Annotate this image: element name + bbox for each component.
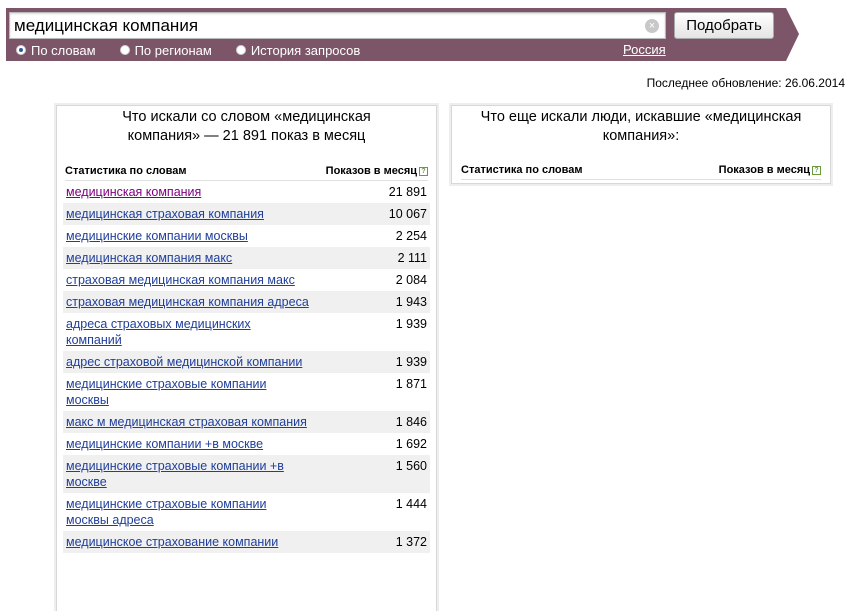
keyword-link[interactable]: медицинские страховые компании москвы [66,376,286,408]
last-update: Последнее обновление: 26.06.2014 [646,76,845,90]
table-row: адреса страховых медицинских компаний 1 9… [63,313,430,351]
keyword-link[interactable]: медицинские компании +в москве [66,436,326,452]
impressions-count: 2 254 [395,229,427,243]
table-row: медицинские страховые компании москвы ад… [63,493,430,531]
submit-button[interactable]: Подобрать [674,12,774,39]
mode-label: История запросов [250,42,361,58]
impressions-count: 1 692 [395,437,427,451]
keyword-link[interactable]: адреса страховых медицинских компаний [66,316,276,348]
column-header: Статистика по словам Показов в месяц? [461,160,821,180]
table-row: медицинские компании +в москве 1 692 [63,433,430,455]
search-input[interactable] [14,15,634,37]
impressions-count: 21 891 [388,185,427,199]
impressions-count: 1 560 [395,459,427,473]
impressions-count: 2 084 [395,273,427,287]
search-mode-group: По словам По регионам История запросов [16,42,384,58]
also-searched-panel: Что еще искали люди, искавшие «медицинск… [451,105,831,184]
table-row: медицинская страховая компания 10 067 [63,203,430,225]
table-row: медицинские компании москвы 2 254 [63,225,430,247]
table-row: медицинские страховые компании +в москве… [63,455,430,493]
column-count: Показов в месяц [718,163,810,176]
column-count-wrap: Показов в месяц? [719,164,821,176]
column-header: Статистика по словам Показов в месяц? [65,161,428,181]
keyword-link[interactable]: медицинское страхование компании [66,534,326,550]
panel-title: Что искали со словом «медицинская компан… [122,109,371,144]
table-row: макс м медицинская страховая компания 1 8… [63,411,430,433]
mode-label: По регионам [134,42,212,58]
table-row: адрес страховой медицинской компании 1 93… [63,351,430,373]
keyword-link[interactable]: медицинские страховые компании +в москве [66,458,306,490]
column-count: Показов в месяц [325,164,417,177]
table-row: медицинская компания 21 891 [63,181,430,203]
impressions-count: 1 939 [395,317,427,331]
keyword-link[interactable]: макс м медицинская страховая компания [66,414,326,430]
column-keyword: Статистика по словам [461,163,583,176]
panel-title: Что еще искали люди, искавшие «медицинск… [480,109,802,144]
mode-label: По словам [31,42,96,58]
keyword-link[interactable]: медицинская страховая компания [66,206,326,222]
keyword-link[interactable]: страховая медицинская компания адреса [66,294,326,310]
mode-history[interactable]: История запросов [235,42,361,58]
search-box: × [9,12,666,39]
impressions-count: 1 444 [395,497,427,511]
impressions-count: 1 871 [395,377,427,391]
column-keyword: Статистика по словам [65,164,187,177]
help-icon[interactable]: ? [419,166,428,176]
table-row: медицинское страхование компании 1 372 [63,531,430,553]
mode-by-words[interactable]: По словам [16,43,96,58]
radio-icon[interactable] [119,45,130,55]
keyword-link[interactable]: страховая медицинская компания макс [66,272,326,288]
impressions-count: 2 111 [397,251,427,265]
keyword-link[interactable]: адрес страховой медицинской компании [66,354,326,370]
region-link[interactable]: Россия [623,42,666,57]
impressions-count: 1 939 [395,355,427,369]
search-bar-arrow [786,8,799,61]
mode-by-regions[interactable]: По регионам [119,42,212,58]
help-icon[interactable]: ? [812,165,821,175]
radio-icon[interactable] [16,45,26,55]
keyword-link[interactable]: медицинская компания [66,184,326,200]
keyword-link[interactable]: медицинские компании москвы [66,228,326,244]
impressions-count: 1 372 [395,535,427,549]
impressions-count: 1 943 [395,295,427,309]
related-words-panel: Что искали со словом «медицинская компан… [56,105,437,611]
table-row: медицинские страховые компании москвы 1 8… [63,373,430,411]
radio-icon[interactable] [235,45,246,55]
column-count-wrap: Показов в месяц? [326,165,428,177]
table-row: медицинская компания макс 2 111 [63,247,430,269]
impressions-count: 1 846 [395,415,427,429]
table-row: страховая медицинская компания адреса 1 9… [63,291,430,313]
clear-icon[interactable]: × [645,19,659,33]
keyword-link[interactable]: медицинская компания макс [66,250,326,266]
keyword-link[interactable]: медицинские страховые компании москвы ад… [66,496,286,528]
table-row: страховая медицинская компания макс 2 084 [63,269,430,291]
results-list: медицинская компания 21 891 медицинская с… [63,181,430,553]
impressions-count: 10 067 [388,207,427,221]
